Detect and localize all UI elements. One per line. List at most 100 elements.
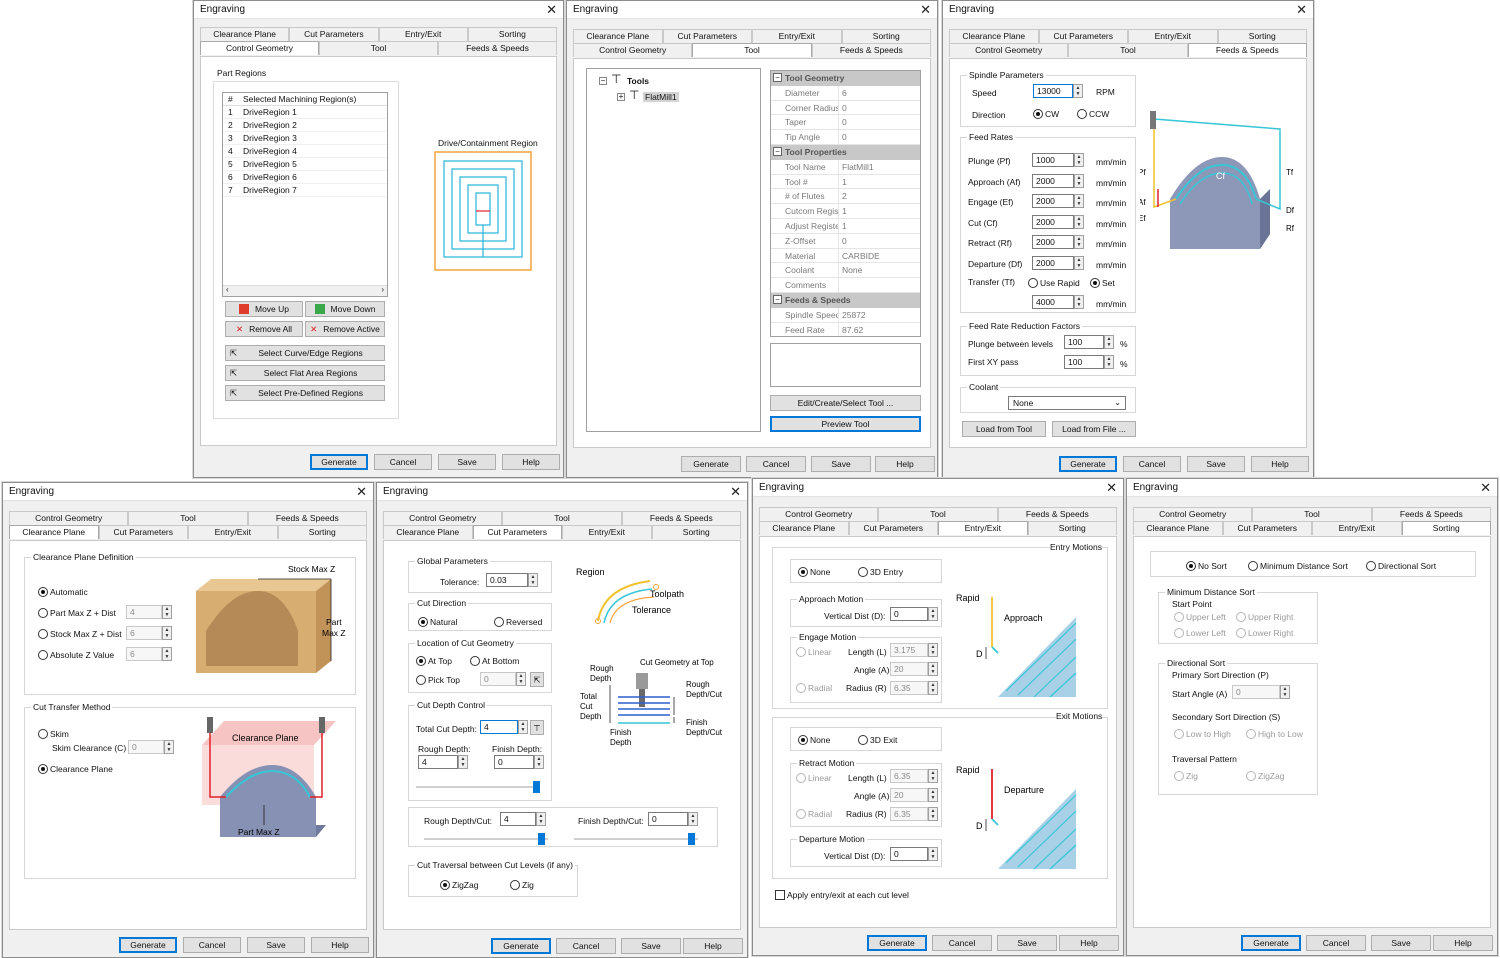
generate-button[interactable]: Generate (491, 938, 551, 954)
finish-depth-input[interactable]: 0 (494, 755, 534, 769)
tab-cut-parameters[interactable]: Cut Parameters (848, 521, 938, 535)
help-button[interactable]: Help (1059, 935, 1119, 951)
pick-top-input[interactable]: 0 (480, 672, 516, 686)
part-max-z-spinner[interactable]: ▲ ▼ (162, 605, 172, 619)
select-curve-edge-button[interactable]: ⇱ Select Curve/Edge Regions (225, 345, 385, 361)
transfer-spinner[interactable]: ▲ ▼ (1074, 295, 1084, 309)
feed-rate-input[interactable]: 2000 (1032, 194, 1074, 208)
rough-depth-input[interactable]: 4 (418, 755, 458, 769)
help-button[interactable]: Help (502, 454, 560, 470)
exit-none-radio[interactable]: None (798, 735, 830, 745)
feed-rate-spinner[interactable]: ▲ ▼ (1074, 153, 1084, 167)
list-item[interactable]: 1 DriveRegion 1 (223, 106, 387, 119)
save-button[interactable]: Save (997, 935, 1057, 951)
load-from-tool-button[interactable]: Load from Tool (962, 421, 1046, 437)
tab-control-geometry[interactable]: Control Geometry (9, 511, 129, 525)
tab-tool[interactable]: Tool (319, 41, 438, 55)
set-radio[interactable]: Set (1090, 278, 1115, 288)
expand-icon[interactable]: + (617, 93, 625, 101)
property-row[interactable]: Cutcom Registe1 (771, 204, 920, 219)
generate-button[interactable]: Generate (310, 454, 368, 470)
tab-feeds-speeds[interactable]: Feeds & Speeds (247, 511, 367, 525)
close-icon[interactable]: ✕ (920, 3, 931, 16)
clearance-plane-radio[interactable]: Clearance Plane (38, 764, 113, 774)
automatic-radio[interactable]: Automatic (38, 587, 88, 597)
at-top-radio[interactable]: At Top (416, 656, 452, 666)
retract-length-spinner[interactable]: ▲ ▼ (928, 769, 938, 783)
lower-left-radio[interactable]: Lower Left (1174, 628, 1226, 638)
help-button[interactable]: Help (875, 456, 935, 472)
generate-button[interactable]: Generate (681, 456, 741, 472)
part-max-z-radio[interactable]: Part Max Z + Dist (38, 608, 116, 618)
collapse-icon[interactable]: − (599, 77, 607, 85)
reversed-radio[interactable]: Reversed (494, 617, 542, 627)
feed-rate-spinner[interactable]: ▲ ▼ (1074, 214, 1084, 229)
tab-clearance-plane[interactable]: Clearance Plane (573, 29, 663, 43)
tab-clearance-plane[interactable]: Clearance Plane (759, 521, 849, 535)
scroll-left-icon[interactable]: ‹ (226, 285, 229, 295)
cancel-button[interactable]: Cancel (183, 937, 241, 953)
pick-top-radio[interactable]: Pick Top (416, 675, 460, 685)
tab-clearance-plane[interactable]: Clearance Plane (200, 27, 290, 41)
rough-depth-spinner[interactable]: ▲ ▼ (458, 755, 468, 769)
property-row[interactable]: Diameter 6 (771, 85, 920, 101)
tab-feeds-speeds[interactable]: Feeds & Speeds (1371, 507, 1491, 521)
cancel-button[interactable]: Cancel (556, 938, 616, 954)
rough-depth-cut-spinner[interactable]: ▲ ▼ (536, 812, 546, 826)
property-row[interactable]: Material CARBIDE (771, 248, 920, 264)
spindle-speed-input[interactable]: 13000 (1033, 84, 1073, 98)
approach-spinner[interactable]: ▲ ▼ (928, 607, 938, 621)
natural-radio[interactable]: Natural (418, 617, 457, 627)
departure-spinner[interactable]: ▲ ▼ (928, 847, 938, 861)
property-row[interactable]: Feed Rate 87.62 (771, 322, 920, 336)
category-tool-properties[interactable]: − Tool Properties (771, 144, 920, 160)
no-sort-radio[interactable]: No Sort (1186, 561, 1227, 571)
feed-rate-input[interactable]: 1000 (1032, 153, 1074, 167)
tab-entry-exit[interactable]: Entry/Exit (1128, 29, 1218, 43)
departure-vertical-dist-input[interactable]: 0 (890, 847, 928, 861)
cancel-button[interactable]: Cancel (374, 454, 432, 470)
finish-depth-cut-input[interactable]: 0 (648, 812, 688, 826)
zigzag-radio[interactable]: ZigZag (1246, 771, 1284, 781)
retract-length-input[interactable]: 6.35 (890, 769, 928, 783)
absolute-z-input[interactable]: 6 (126, 647, 162, 661)
pick-top-spinner[interactable]: ▲ ▼ (516, 672, 526, 686)
retract-radius-input[interactable]: 6.35 (890, 807, 928, 821)
plunge-between-spinner[interactable]: ▲ ▼ (1104, 335, 1114, 349)
tab-sorting[interactable]: Sorting (1401, 521, 1491, 535)
property-row[interactable]: Tool #1 (771, 174, 920, 190)
generate-button[interactable]: Generate (867, 935, 927, 951)
depth-slider[interactable] (416, 781, 540, 793)
tab-tool[interactable]: Tool (1252, 507, 1372, 521)
cancel-button[interactable]: Cancel (932, 935, 992, 951)
cw-radio[interactable]: CW (1033, 109, 1059, 119)
tab-entry-exit[interactable]: Entry/Exit (378, 27, 468, 41)
total-depth-spinner[interactable]: ▲ ▼ (518, 720, 528, 734)
zigzag-radio[interactable]: ZigZag (440, 880, 478, 890)
feed-rate-input[interactable]: 2000 (1032, 214, 1074, 229)
lower-right-radio[interactable]: Lower Right (1236, 628, 1293, 638)
feed-rate-input[interactable]: 2000 (1032, 255, 1074, 270)
engage-radial-radio[interactable]: Radial (796, 683, 832, 693)
property-row[interactable]: Adjust Register 1 (771, 218, 920, 234)
low-to-high-radio[interactable]: Low to High (1174, 729, 1231, 739)
horizontal-scrollbar[interactable] (223, 285, 387, 296)
ccw-radio[interactable]: CCW (1077, 109, 1109, 119)
feed-rate-spinner[interactable]: ▲ ▼ (1074, 173, 1084, 188)
tab-cut-parameters[interactable]: Cut Parameters (98, 525, 188, 539)
finish-depth-cut-slider[interactable] (574, 833, 698, 845)
engage-linear-radio[interactable]: Linear (796, 647, 832, 657)
pick-cursor-button[interactable]: ⇱ (530, 672, 544, 687)
zig-radio[interactable]: Zig (1174, 771, 1198, 781)
part-max-z-input[interactable]: 4 (126, 605, 162, 619)
cancel-button[interactable]: Cancel (1306, 935, 1366, 951)
approach-vertical-dist-input[interactable]: 0 (890, 607, 928, 621)
feed-rate-spinner[interactable]: ▲ ▼ (1074, 235, 1084, 249)
category-feeds-speeds[interactable]: − Feeds & Speeds (771, 292, 920, 308)
tab-clearance-plane[interactable]: Clearance Plane (1133, 521, 1223, 535)
tab-feeds-speeds[interactable]: Feeds & Speeds (621, 511, 741, 525)
first-xy-spinner[interactable]: ▲ ▼ (1104, 355, 1114, 369)
generate-button[interactable]: Generate (1241, 935, 1301, 951)
apply-each-cut-level-checkbox[interactable]: Apply entry/exit at each cut level (775, 890, 909, 900)
tab-tool[interactable]: Tool (878, 507, 998, 521)
